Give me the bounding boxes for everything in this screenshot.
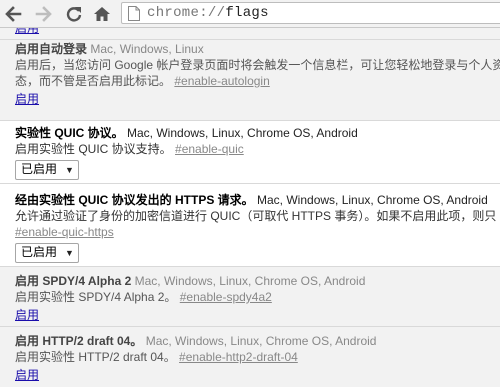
experiment-description: 启用后，当您访问 Google 帐户登录页面时将会触发一个信息栏，可让您轻松地登… (15, 58, 500, 72)
experiment-description: 启用实验性 SPDY/4 Alpha 2。 (15, 290, 177, 304)
experiment-platforms: Mac, Windows, Linux, Chrome OS, Android (134, 274, 366, 288)
experiment-name: 经由实验性 QUIC 协议发出的 HTTPS 请求。 (15, 193, 254, 207)
dropdown-arrow-icon: ▼ (65, 248, 74, 258)
experiment-name: 启用 SPDY/4 Alpha 2 (15, 274, 132, 288)
experiment-permalink[interactable]: #enable-spdy4a2 (180, 290, 272, 304)
experiment-permalink[interactable]: #enable-quic-https (15, 225, 114, 239)
home-icon[interactable] (92, 4, 112, 24)
enable-link[interactable]: 启用 (15, 308, 39, 322)
flags-list: 启用 启用自动登录 Mac, Windows, Linux 启用后，当您访问 G… (0, 28, 500, 387)
experiment-platforms: Mac, Windows, Linux (90, 42, 204, 56)
back-arrow-icon[interactable] (3, 4, 23, 24)
experiment-description: 启用实验性 HTTP/2 draft 04。 (15, 350, 176, 364)
experiment-item-spdy4: 启用 SPDY/4 Alpha 2 Mac, Windows, Linux, C… (0, 267, 500, 327)
experiment-platforms: Mac, Windows, Linux, Chrome OS, Android (257, 193, 488, 207)
experiment-item-quic-https: 经由实验性 QUIC 协议发出的 HTTPS 请求。 Mac, Windows,… (0, 184, 500, 267)
experiment-platforms: Mac, Windows, Linux, Chrome OS, Android (127, 126, 358, 140)
experiment-platforms: Mac, Windows, Linux, Chrome OS, Android (145, 334, 377, 348)
enable-link[interactable]: 启用 (15, 368, 39, 382)
experiment-item-http2: 启用 HTTP/2 draft 04。 Mac, Windows, Linux,… (0, 327, 500, 387)
experiment-name: 启用 HTTP/2 draft 04。 (15, 334, 143, 348)
experiment-select[interactable]: 已启用 ▼ (15, 243, 79, 263)
experiment-description-cont: 态，而不管是否启用此标记。 (15, 74, 172, 88)
experiment-permalink[interactable]: #enable-quic (175, 142, 244, 156)
enable-link[interactable]: 启用 (15, 92, 39, 106)
experiment-name: 启用自动登录 (15, 42, 88, 56)
experiment-permalink[interactable]: #enable-http2-draft-04 (179, 350, 298, 364)
experiment-permalink[interactable]: #enable-autologin (174, 74, 269, 88)
address-bar[interactable]: chrome://flags (121, 2, 500, 24)
experiment-description: 允许通过验证了身份的加密信道进行 QUIC（可取代 HTTPS 事务）。如果不启… (15, 209, 497, 223)
url-text: chrome://flags (147, 5, 269, 21)
browser-toolbar: chrome://flags (0, 0, 500, 28)
experiment-description: 启用实验性 QUIC 协议支持。 (15, 142, 172, 156)
dropdown-arrow-icon: ▼ (65, 165, 74, 175)
experiment-name: 实验性 QUIC 协议。 (15, 126, 124, 140)
enable-link[interactable]: 启用 (15, 28, 39, 35)
experiment-item-quic: 实验性 QUIC 协议。 Mac, Windows, Linux, Chrome… (0, 121, 500, 184)
forward-arrow-icon[interactable] (34, 4, 54, 24)
experiment-item-partial: 启用 (0, 28, 500, 40)
page-icon (128, 6, 140, 21)
experiment-item-autologin: 启用自动登录 Mac, Windows, Linux 启用后，当您访问 Goog… (0, 40, 500, 121)
reload-icon[interactable] (64, 4, 84, 24)
experiment-select[interactable]: 已启用 ▼ (15, 160, 79, 180)
